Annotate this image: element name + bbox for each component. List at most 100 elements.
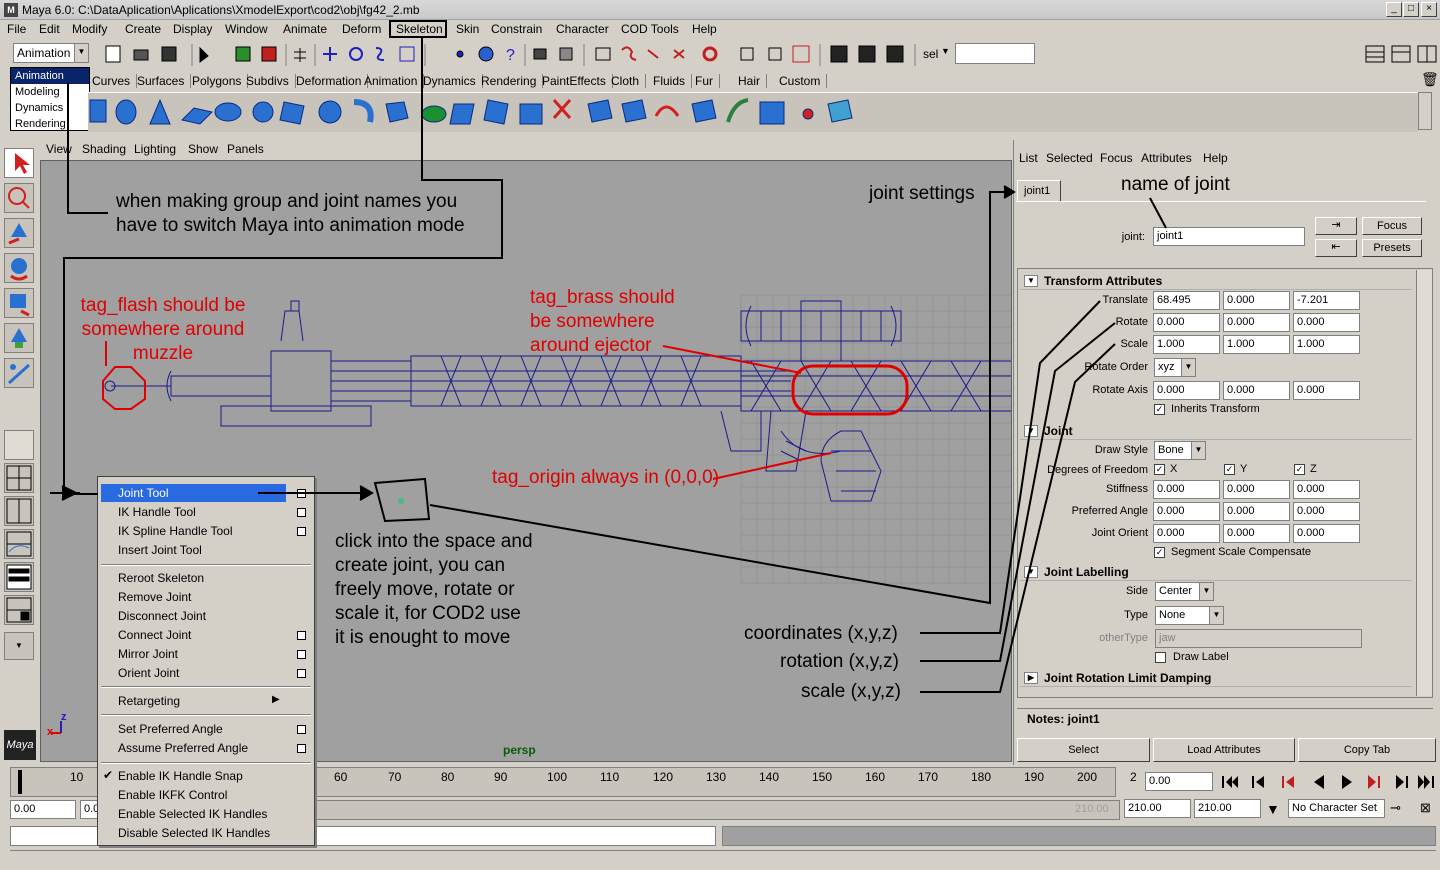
menu-create[interactable]: Create <box>125 22 161 36</box>
draw-label-checkbox[interactable] <box>1155 652 1166 663</box>
viewport-menu-view[interactable]: View <box>46 142 72 156</box>
sel-input[interactable] <box>955 43 1035 64</box>
menu-help[interactable]: Help <box>692 22 717 36</box>
shelf-icons[interactable] <box>88 94 868 130</box>
menu-item-disconnect-joint[interactable]: Disconnect Joint <box>118 609 206 623</box>
menu-item-enable-ikfk-control[interactable]: Enable IKFK Control <box>118 788 227 802</box>
scale-tool-icon[interactable] <box>4 288 34 318</box>
shelf-tab-cloth[interactable]: Cloth <box>611 74 647 88</box>
rotate-axis-y-field[interactable]: 0.000 <box>1223 381 1290 400</box>
tab-joint1[interactable]: joint1 <box>1017 180 1061 202</box>
segment-scale-checkbox[interactable]: ✓ <box>1154 547 1165 558</box>
shelf-tab-fluids[interactable]: Fluids <box>653 74 693 88</box>
copy-tab-button[interactable]: Copy Tab <box>1298 738 1436 762</box>
menu-edit[interactable]: Edit <box>39 22 60 36</box>
sel-chevron-icon[interactable]: ▼ <box>941 46 950 56</box>
viewport-menu-show[interactable]: Show <box>188 142 218 156</box>
single-pane-layout-icon[interactable] <box>4 430 34 460</box>
option-box-icon[interactable] <box>297 489 306 498</box>
output-connections-icon[interactable]: ⇤ <box>1315 239 1357 257</box>
stiffness-y-field[interactable]: 0.000 <box>1223 480 1290 499</box>
hypergraph-layout-icon[interactable] <box>4 595 34 625</box>
mode-option-modeling[interactable]: Modeling <box>11 84 89 100</box>
menu-item-disable-selected-ik-handles[interactable]: Disable Selected IK Handles <box>118 826 270 840</box>
graph-layout-icon[interactable] <box>4 529 34 559</box>
option-box-icon[interactable] <box>297 744 306 753</box>
draw-style-dropdown[interactable]: Bone ▼ <box>1154 441 1206 460</box>
manipulator-tool-icon[interactable] <box>4 323 34 353</box>
shelf-tab-surfaces[interactable]: Surfaces <box>137 74 192 88</box>
joint-orient-y-field[interactable]: 0.000 <box>1223 524 1290 543</box>
dof-x-checkbox[interactable]: ✓ <box>1154 464 1165 475</box>
shelf-tab-rendering[interactable]: Rendering <box>481 74 544 88</box>
current-time-marker[interactable] <box>18 770 22 794</box>
option-box-icon[interactable] <box>297 650 306 659</box>
time-menu-chevron-icon[interactable]: ▼ <box>1266 801 1280 817</box>
presets-button[interactable]: Presets <box>1362 239 1422 257</box>
maximize-button[interactable]: □ <box>1403 2 1419 17</box>
select-button[interactable]: Select <box>1017 738 1150 762</box>
playback-end-field[interactable]: 210.00 <box>1124 799 1191 818</box>
rotate-y-field[interactable]: 0.000 <box>1223 313 1290 332</box>
rotate-tool-icon[interactable] <box>4 253 34 283</box>
side-dropdown[interactable]: Center ▼ <box>1155 582 1214 601</box>
shelf-scrollbar[interactable] <box>1418 92 1432 130</box>
menu-window[interactable]: Window <box>225 22 268 36</box>
stiffness-z-field[interactable]: 0.000 <box>1293 480 1360 499</box>
stiffness-x-field[interactable]: 0.000 <box>1153 480 1220 499</box>
type-dropdown[interactable]: None ▼ <box>1155 606 1224 625</box>
menu-item-insert-joint-tool[interactable]: Insert Joint Tool <box>118 543 202 557</box>
shelf-tab-custom[interactable]: Custom <box>779 74 828 88</box>
scale-y-field[interactable]: 1.000 <box>1223 335 1290 354</box>
option-box-icon[interactable] <box>297 527 306 536</box>
more-layouts-icon[interactable]: ▼ <box>4 632 34 660</box>
preferred-angle-z-field[interactable]: 0.000 <box>1293 502 1360 521</box>
attr-menu-attributes[interactable]: Attributes <box>1141 151 1192 165</box>
option-box-icon[interactable] <box>297 669 306 678</box>
dof-y-checkbox[interactable]: ✓ <box>1224 464 1235 475</box>
joint-labelling-header[interactable]: ▼ Joint Labelling <box>1020 563 1412 581</box>
rotate-order-dropdown[interactable]: xyz ▼ <box>1154 358 1196 377</box>
select-tool-icon[interactable] <box>4 148 34 178</box>
shelf-tab-subdivs[interactable]: Subdivs <box>246 74 296 88</box>
key-icon[interactable]: ⊸ <box>1390 800 1401 816</box>
menu-deform[interactable]: Deform <box>342 22 381 36</box>
four-pane-layout-icon[interactable] <box>4 463 34 493</box>
start-time-field[interactable]: 0.00 <box>10 800 76 819</box>
move-tool-icon[interactable] <box>4 218 34 248</box>
layout-icons[interactable] <box>1362 42 1440 68</box>
menu-file[interactable]: File <box>7 22 26 36</box>
menu-skin[interactable]: Skin <box>456 22 479 36</box>
input-connections-icon[interactable]: ⇥ <box>1315 217 1357 235</box>
menu-item-joint-tool[interactable]: Joint Tool <box>118 486 168 500</box>
outliner-layout-icon[interactable] <box>4 562 34 592</box>
menu-animate[interactable]: Animate <box>283 22 327 36</box>
render-toolbar-icons[interactable] <box>735 42 935 68</box>
menu-modify[interactable]: Modify <box>72 22 107 36</box>
attr-menu-list[interactable]: List <box>1019 151 1038 165</box>
minimize-button[interactable]: _ <box>1386 2 1402 17</box>
close-button[interactable]: × <box>1421 2 1437 17</box>
attribute-scrollbar[interactable] <box>1416 270 1432 696</box>
shelf-tab-polygons[interactable]: Polygons <box>192 74 249 88</box>
node-name-input[interactable]: joint1 <box>1153 227 1305 246</box>
rotate-z-field[interactable]: 0.000 <box>1293 313 1360 332</box>
inherits-transform-checkbox[interactable]: ✓ <box>1154 404 1165 415</box>
mode-dropdown[interactable]: Animation ▼ <box>13 43 89 63</box>
end-time-field[interactable]: 210.00 <box>1194 799 1261 818</box>
menu-item-assume-preferred-angle[interactable]: Assume Preferred Angle <box>118 741 248 755</box>
rotate-axis-z-field[interactable]: 0.000 <box>1293 381 1360 400</box>
menu-item-mirror-joint[interactable]: Mirror Joint <box>118 647 178 661</box>
scale-z-field[interactable]: 1.000 <box>1293 335 1360 354</box>
option-box-icon[interactable] <box>297 631 306 640</box>
status-line-icons[interactable]: ? <box>100 42 730 68</box>
joint-orient-x-field[interactable]: 0.000 <box>1153 524 1220 543</box>
menu-item-retargeting[interactable]: Retargeting <box>118 694 180 708</box>
playback-controls[interactable] <box>1218 770 1440 794</box>
joint-orient-z-field[interactable]: 0.000 <box>1293 524 1360 543</box>
focus-button[interactable]: Focus <box>1362 217 1422 235</box>
dof-z-checkbox[interactable]: ✓ <box>1294 464 1305 475</box>
shelf-tab-animation[interactable]: Animation <box>364 74 425 88</box>
preferred-angle-x-field[interactable]: 0.000 <box>1153 502 1220 521</box>
menu-display[interactable]: Display <box>173 22 212 36</box>
